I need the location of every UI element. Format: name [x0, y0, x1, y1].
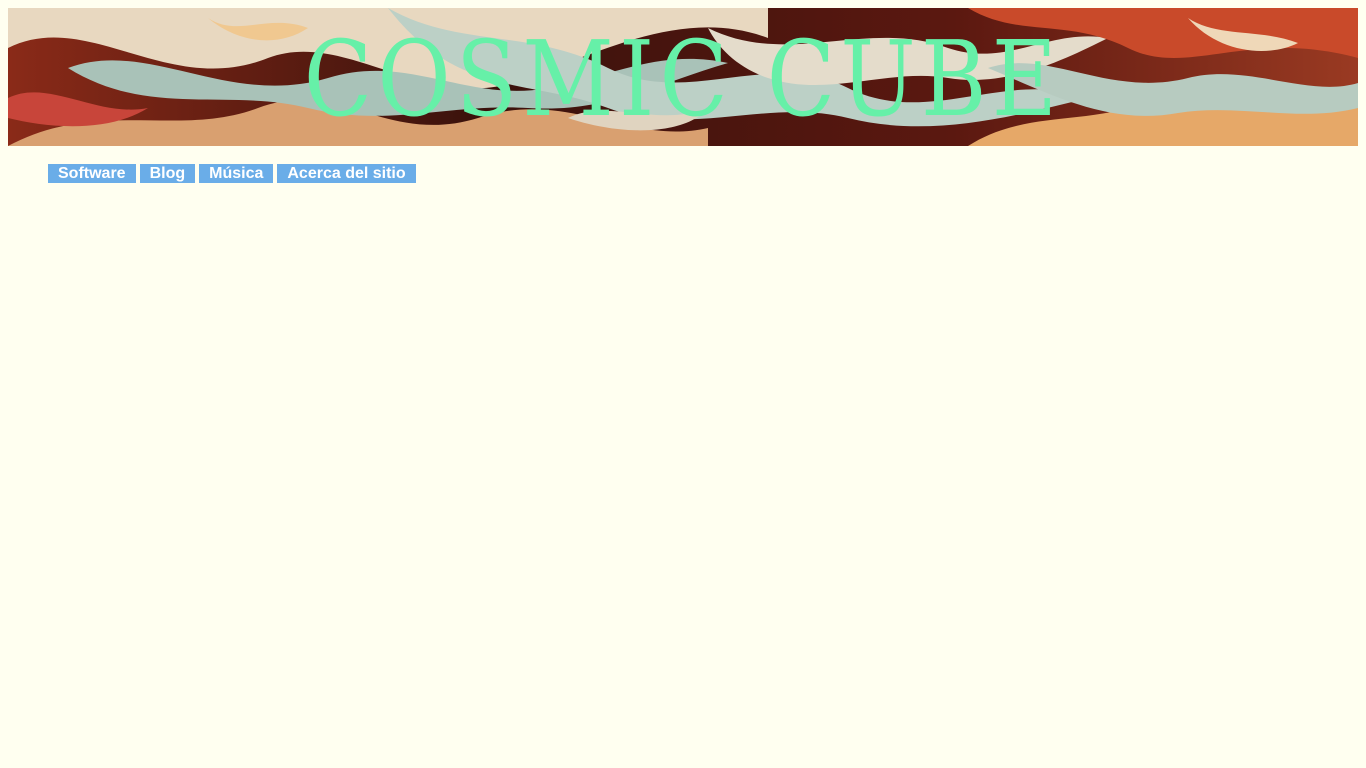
site-title[interactable]: COSMIC CUBE — [103, 8, 1264, 146]
main-content-area — [8, 200, 1358, 760]
nav-item-acerca-del-sitio[interactable]: Acerca del sitio — [277, 164, 416, 183]
main-nav: Software Blog Música Acerca del sitio — [48, 164, 416, 183]
nav-item-blog[interactable]: Blog — [139, 164, 196, 183]
header-banner: COSMIC CUBE — [8, 8, 1358, 146]
nav-item-musica[interactable]: Música — [199, 164, 274, 183]
nav-item-software[interactable]: Software — [48, 164, 136, 183]
